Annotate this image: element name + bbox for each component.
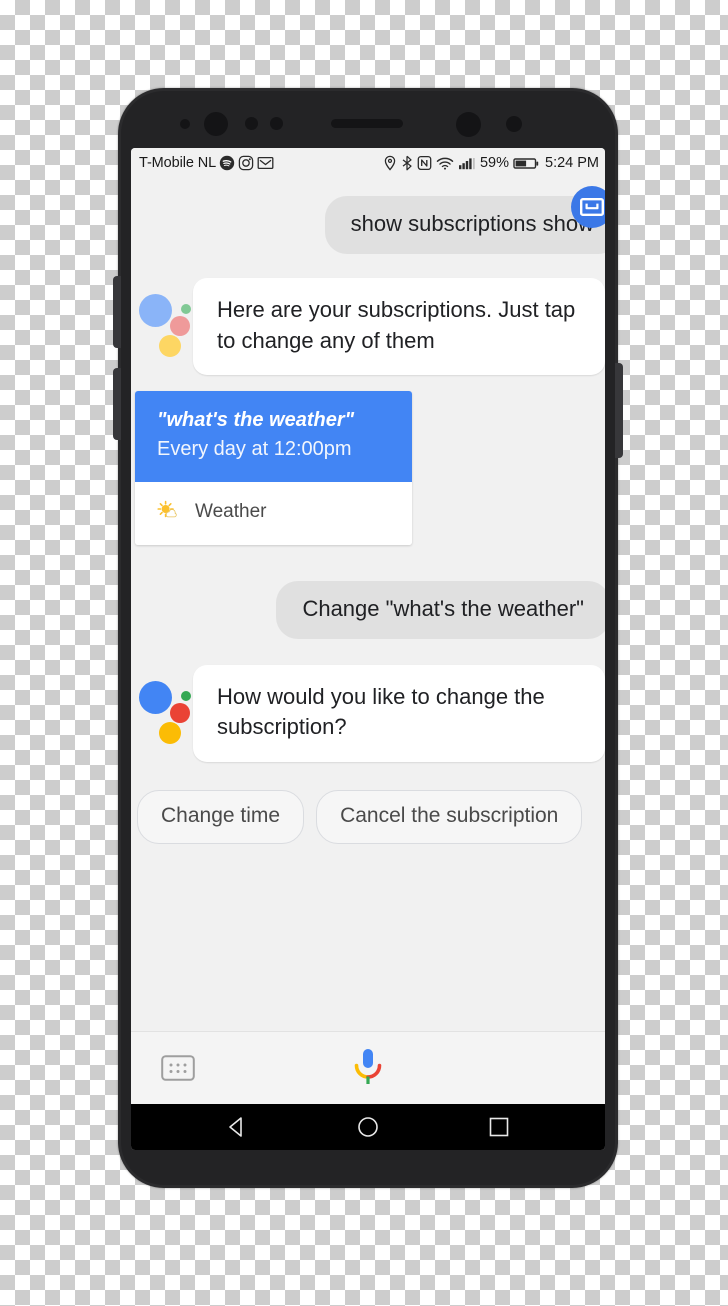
volume-down-button[interactable] bbox=[113, 368, 121, 440]
earpiece-speaker-icon bbox=[331, 119, 403, 128]
volume-up-button[interactable] bbox=[113, 276, 121, 348]
phone-screen: T-Mobile NL 59% 5:24 PM show subscriptio… bbox=[131, 148, 605, 1150]
message-row-user: Change "what's the weather" bbox=[131, 580, 605, 640]
subscription-card[interactable]: "what's the weather" Every day at 12:00p… bbox=[135, 390, 412, 545]
front-camera-icon bbox=[204, 112, 228, 136]
home-circle-icon[interactable] bbox=[355, 1114, 381, 1140]
location-icon bbox=[383, 155, 397, 171]
spotify-icon bbox=[219, 155, 235, 171]
google-assistant-logo bbox=[137, 290, 193, 358]
android-nav-bar[interactable] bbox=[131, 1104, 605, 1150]
subscription-card-header[interactable]: "what's the weather" Every day at 12:00p… bbox=[135, 390, 412, 482]
gmail-icon bbox=[257, 155, 274, 171]
wifi-icon bbox=[436, 155, 454, 171]
suggestion-chips-row[interactable]: Change time Cancel the subscription bbox=[131, 776, 605, 860]
assistant-message-bubble: Here are your subscriptions. Just tap to… bbox=[193, 278, 605, 375]
keyboard-icon[interactable] bbox=[161, 1055, 195, 1081]
carrier-label: T-Mobile NL bbox=[139, 155, 217, 171]
sensor-dot-icon bbox=[245, 117, 258, 130]
status-bar-right: 59% 5:24 PM bbox=[383, 155, 599, 171]
message-row-assistant: Here are your subscriptions. Just tap to… bbox=[131, 278, 605, 375]
keyboard-input-icon bbox=[571, 186, 605, 228]
proximity-sensor-icon bbox=[506, 116, 522, 132]
assistant-input-bar bbox=[131, 1031, 605, 1104]
sensor-dot-icon bbox=[180, 119, 190, 129]
subscription-card-app-label: Weather bbox=[195, 501, 267, 523]
battery-percent-label: 59% bbox=[479, 155, 509, 171]
suggestion-chip-cancel-subscription[interactable]: Cancel the subscription bbox=[316, 789, 583, 844]
subscription-card-title: "what's the weather" bbox=[157, 408, 355, 431]
message-row-assistant: How would you like to change the subscri… bbox=[131, 665, 605, 762]
subscription-card-footer[interactable]: Weather bbox=[135, 481, 412, 545]
instagram-icon bbox=[238, 155, 254, 171]
back-triangle-icon[interactable] bbox=[224, 1114, 250, 1140]
front-camera-secondary-icon bbox=[456, 112, 481, 137]
bluetooth-icon bbox=[401, 155, 413, 171]
signal-icon bbox=[458, 155, 476, 171]
battery-icon bbox=[513, 155, 539, 171]
assistant-message-bubble: How would you like to change the subscri… bbox=[193, 665, 605, 762]
status-bar: T-Mobile NL 59% 5:24 PM bbox=[131, 148, 605, 178]
nfc-icon bbox=[417, 155, 432, 171]
conversation-list[interactable]: show subscriptions show Here are your su… bbox=[131, 178, 605, 1077]
clock-label: 5:24 PM bbox=[545, 155, 599, 171]
suggestion-chip-change-time[interactable]: Change time bbox=[137, 789, 305, 844]
subscription-card-subtitle: Every day at 12:00pm bbox=[157, 437, 352, 460]
status-bar-left: T-Mobile NL bbox=[139, 155, 274, 171]
google-assistant-logo bbox=[137, 677, 193, 745]
user-message-bubble[interactable]: Change "what's the weather" bbox=[276, 580, 605, 640]
power-button[interactable] bbox=[615, 363, 623, 458]
top-bezel-sensors bbox=[118, 110, 618, 137]
sensor-dot-icon bbox=[270, 117, 283, 130]
google-mic-icon[interactable] bbox=[348, 1045, 388, 1091]
page-root: T-Mobile NL 59% 5:24 PM show subscriptio… bbox=[0, 0, 728, 1306]
weather-sun-icon bbox=[157, 500, 177, 525]
phone-device: T-Mobile NL 59% 5:24 PM show subscriptio… bbox=[113, 88, 623, 1188]
message-row-user: show subscriptions show bbox=[131, 186, 605, 255]
user-message-bubble[interactable]: show subscriptions show bbox=[324, 196, 605, 255]
recents-square-icon[interactable] bbox=[486, 1114, 512, 1140]
